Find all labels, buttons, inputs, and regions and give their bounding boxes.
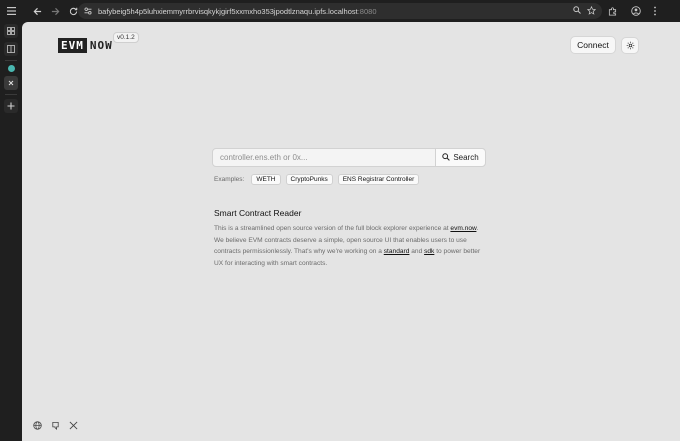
profile-icon[interactable] [628, 3, 644, 19]
about-section: Smart Contract Reader This is a streamli… [214, 208, 489, 269]
globe-icon[interactable] [32, 420, 42, 430]
examples-row: Examples: WETH CryptoPunks ENS Registrar… [214, 174, 420, 185]
forward-icon[interactable] [47, 3, 63, 19]
strip-divider-2 [5, 94, 17, 95]
address-bar[interactable]: bafybeig5h4p5luhxiemmyrrbrvisqkykjgirf5x… [78, 3, 602, 19]
example-chip-ens-registrar[interactable]: ENS Registrar Controller [337, 174, 420, 185]
menu-kebab-icon[interactable] [647, 3, 663, 19]
about-title: Smart Contract Reader [214, 208, 302, 218]
about-body: This is a streamlined open source versio… [214, 225, 481, 267]
evm-now-link[interactable]: evm.now [450, 225, 476, 232]
examples-label: Examples: [214, 176, 245, 183]
page-viewport: EVM NOW v0.1.2 Connect Search Examples: … [22, 22, 680, 441]
logo-wordmark: NOW [89, 39, 113, 52]
split-view-icon[interactable] [4, 42, 18, 56]
search-button[interactable]: Search [435, 149, 485, 166]
x-icon[interactable] [68, 420, 78, 430]
strip-divider [5, 60, 17, 61]
settings-button[interactable] [621, 37, 639, 54]
example-chip-cryptopunks[interactable]: CryptoPunks [285, 174, 333, 185]
new-tab-plus-icon[interactable] [4, 99, 18, 113]
site-info-icon[interactable] [84, 2, 92, 20]
search-input[interactable] [213, 149, 435, 166]
version-badge: v0.1.2 [113, 32, 139, 43]
extensions-icon[interactable] [604, 3, 620, 19]
footer-links [32, 420, 78, 430]
github-icon[interactable] [50, 420, 60, 430]
gear-icon [626, 37, 635, 55]
standard-link[interactable]: standard [384, 248, 410, 255]
vertical-tab-strip [0, 22, 22, 441]
back-icon[interactable] [29, 3, 45, 19]
evm-now-logo[interactable]: EVM NOW [58, 38, 113, 53]
example-chip-weth[interactable]: WETH [251, 174, 281, 185]
tab-favicon-icon[interactable] [7, 65, 15, 72]
search-icon [442, 152, 451, 163]
tab-grid-icon[interactable] [4, 24, 18, 38]
browser-toolbar: bafybeig5h4p5luhxiemmyrrbrvisqkykjgirf5x… [0, 0, 680, 22]
search-form: Search [212, 148, 486, 167]
connect-button[interactable]: Connect [570, 36, 616, 54]
close-tab-icon[interactable] [4, 76, 18, 90]
zoom-icon[interactable] [573, 6, 581, 16]
url-text: bafybeig5h4p5luhxiemmyrrbrvisqkykjgirf5x… [98, 6, 377, 16]
logo-mark: EVM [58, 38, 87, 53]
bookmark-star-icon[interactable] [586, 5, 597, 17]
tab-list-icon[interactable] [3, 3, 19, 19]
search-button-label: Search [453, 153, 479, 162]
sdk-link[interactable]: sdk [424, 248, 434, 255]
